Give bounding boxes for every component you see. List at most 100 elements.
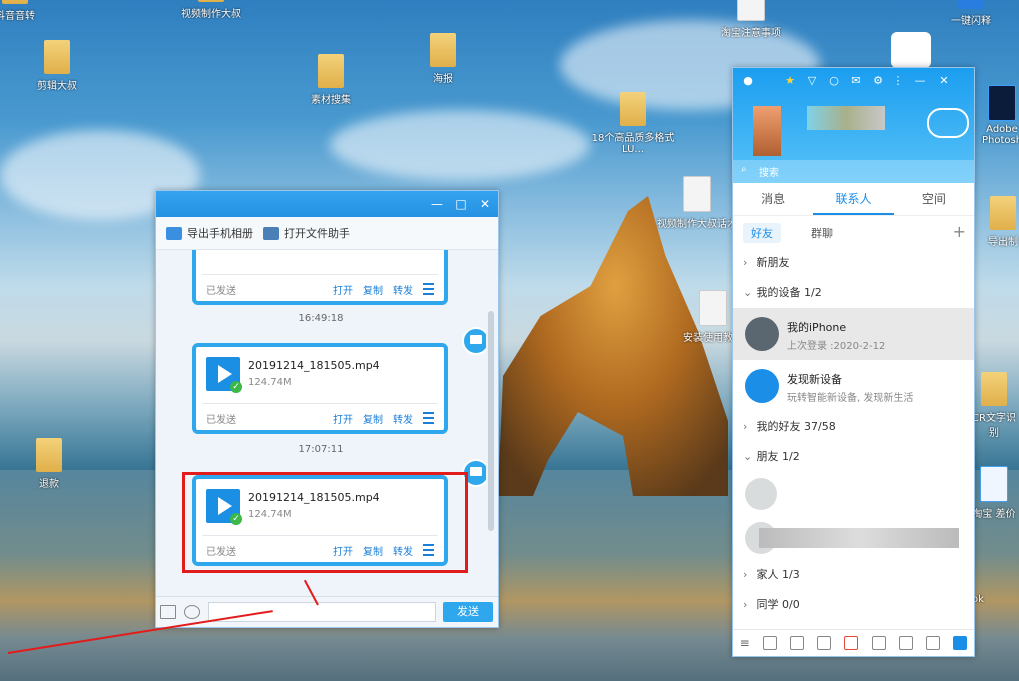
export-album-button[interactable]: 导出手机相册 [166, 225, 253, 241]
subtab-friends[interactable]: 好友 [743, 223, 781, 243]
group-my-friends[interactable]: › 我的好友 37/58 [733, 412, 974, 442]
group-my-devices[interactable]: ⌄ 我的设备 1/2 [733, 278, 974, 308]
chevron-right-icon: › [743, 420, 748, 433]
desktop-icon[interactable]: 退款 [4, 438, 94, 490]
desktop-icon[interactable]: 抖音音转 [0, 0, 60, 22]
chevron-right-icon: › [743, 568, 748, 581]
photoshop-icon [988, 85, 1016, 121]
weather-icon[interactable] [871, 636, 886, 650]
group-friends[interactable]: ⌄ 朋友 1/2 [733, 442, 974, 472]
subtab-groups[interactable]: 群聊 [803, 223, 841, 243]
folder-icon[interactable] [160, 605, 176, 619]
minimize-icon[interactable]: — [428, 196, 446, 212]
forward-link[interactable]: 转发 [393, 282, 413, 297]
video-icon[interactable] [844, 636, 859, 650]
open-link[interactable]: 打开 [333, 411, 353, 426]
weather-cloud-icon[interactable] [927, 108, 969, 138]
add-icon[interactable]: + [953, 222, 966, 241]
desktop-icon[interactable]: 18个高品质多格式LU... [588, 92, 678, 155]
folder-icon [620, 92, 646, 126]
menu-icon[interactable]: ≡ [740, 636, 750, 650]
message-input[interactable] [208, 602, 436, 622]
folder-icon [430, 33, 456, 67]
minimize-icon[interactable]: — [913, 74, 927, 88]
maximize-icon[interactable]: □ [452, 196, 470, 212]
highlight-box [182, 472, 468, 573]
desktop-icon[interactable]: 海报 [398, 33, 488, 85]
qr-app-icon [980, 466, 1008, 502]
send-button[interactable]: 发送 [443, 602, 493, 622]
device-discover[interactable]: 发现新设备 玩转智能新设备, 发现新生活 [733, 360, 974, 412]
bell-icon[interactable]: ○ [827, 74, 841, 88]
tab-contacts[interactable]: 联系人 [813, 183, 894, 215]
settings-icon[interactable]: ⚙ [871, 74, 885, 88]
open-helper-button[interactable]: 打开文件助手 [263, 225, 350, 241]
desktop-icon[interactable]: CR文字识别 [968, 372, 1019, 439]
device-iphone[interactable]: 我的iPhone 上次登录 :2020-2-12 [733, 308, 974, 360]
folder-icon [198, 0, 224, 2]
apps-icon[interactable] [953, 636, 968, 650]
group-new-friends[interactable]: › 新朋友 [733, 248, 974, 278]
menu-icon[interactable] [423, 412, 434, 424]
tab-messages[interactable]: 消息 [733, 183, 813, 215]
close-icon[interactable]: ✕ [476, 196, 494, 212]
avatar[interactable] [753, 106, 781, 156]
nickname-blur [807, 106, 885, 130]
file-name: 20191214_181505.mp4 [248, 359, 380, 372]
chevron-down-icon: ⌄ [743, 286, 753, 299]
message-status: 已发送 [206, 286, 236, 297]
blurred-name [759, 528, 959, 548]
scissors-icon[interactable] [184, 605, 200, 619]
desktop-icon[interactable]: 淘宝注意事项 [706, 0, 796, 39]
desktop-icon[interactable]: 视频制作大叔 [166, 0, 256, 20]
open-link[interactable]: 打开 [333, 282, 353, 297]
chevron-down-icon: ⌄ [743, 450, 753, 463]
music-icon[interactable] [926, 636, 941, 650]
desktop-icon[interactable]: 剪辑大叔 [12, 40, 102, 92]
chat-toolbar: 导出手机相册 打开文件助手 [156, 217, 498, 250]
timestamp: 17:07:11 [298, 444, 344, 455]
desktop-icon[interactable]: 视频制作大叔话术 [652, 176, 742, 230]
desktop-icon[interactable]: 一键闪释 [926, 0, 1016, 27]
scrollbar[interactable] [488, 311, 494, 531]
divider [202, 274, 438, 275]
contact-row[interactable] [733, 472, 974, 516]
rock-arch [498, 196, 728, 496]
mail-icon[interactable]: ✉ [849, 74, 863, 88]
group-family[interactable]: › 家人 1/3 [733, 560, 974, 590]
desktop-icon[interactable]: 导出制 [978, 196, 1019, 248]
cloud-drive-icon[interactable] [891, 32, 931, 68]
contact-row[interactable] [733, 516, 974, 560]
close-icon[interactable]: ✕ [937, 74, 951, 88]
desktop-icon[interactable]: 素材搜集 [286, 54, 376, 106]
desktop-icon[interactable]: 淘宝 差价 [968, 466, 1019, 520]
file-message-card: 已发送 打开 复制 转发 [192, 250, 448, 305]
tab-space[interactable]: 空间 [894, 183, 974, 215]
star-icon[interactable]: ★ [783, 74, 797, 88]
file-message-card: ✓ 20191214_181505.mp4 124.74M 已发送 打开 复制 … [192, 343, 448, 434]
play-icon[interactable] [898, 636, 913, 650]
qq-search-bar[interactable]: ⌕ 搜索 [733, 160, 974, 183]
shirt-icon[interactable]: ▽ [805, 74, 819, 88]
search-icon: ⌕ [741, 164, 747, 175]
forward-link[interactable]: 转发 [393, 411, 413, 426]
add-friend-icon[interactable] [762, 636, 777, 650]
copy-link[interactable]: 复制 [363, 411, 383, 426]
desktop-icon[interactable]: Adobe Photosh [972, 85, 1019, 146]
menu-icon[interactable] [423, 283, 434, 295]
avatar [745, 478, 777, 510]
file-icon[interactable] [790, 636, 805, 650]
folder-icon [2, 0, 28, 4]
app-icon [958, 0, 984, 9]
more-icon[interactable]: ⋮ [891, 74, 905, 88]
document-icon [683, 176, 711, 212]
copy-link[interactable]: 复制 [363, 282, 383, 297]
group-classmates[interactable]: › 同学 0/0 [733, 590, 974, 620]
folder-icon [981, 372, 1007, 406]
title-bar: — □ ✕ [156, 191, 498, 217]
search-placeholder: 搜索 [759, 168, 779, 179]
device-avatar[interactable] [462, 327, 486, 355]
qq-header: ● ★ ▽ ○ ✉ ⚙ ⋮ — ✕ ⌕ 搜索 [733, 68, 974, 183]
chevron-right-icon: › [743, 256, 748, 269]
game-icon[interactable] [817, 636, 832, 650]
